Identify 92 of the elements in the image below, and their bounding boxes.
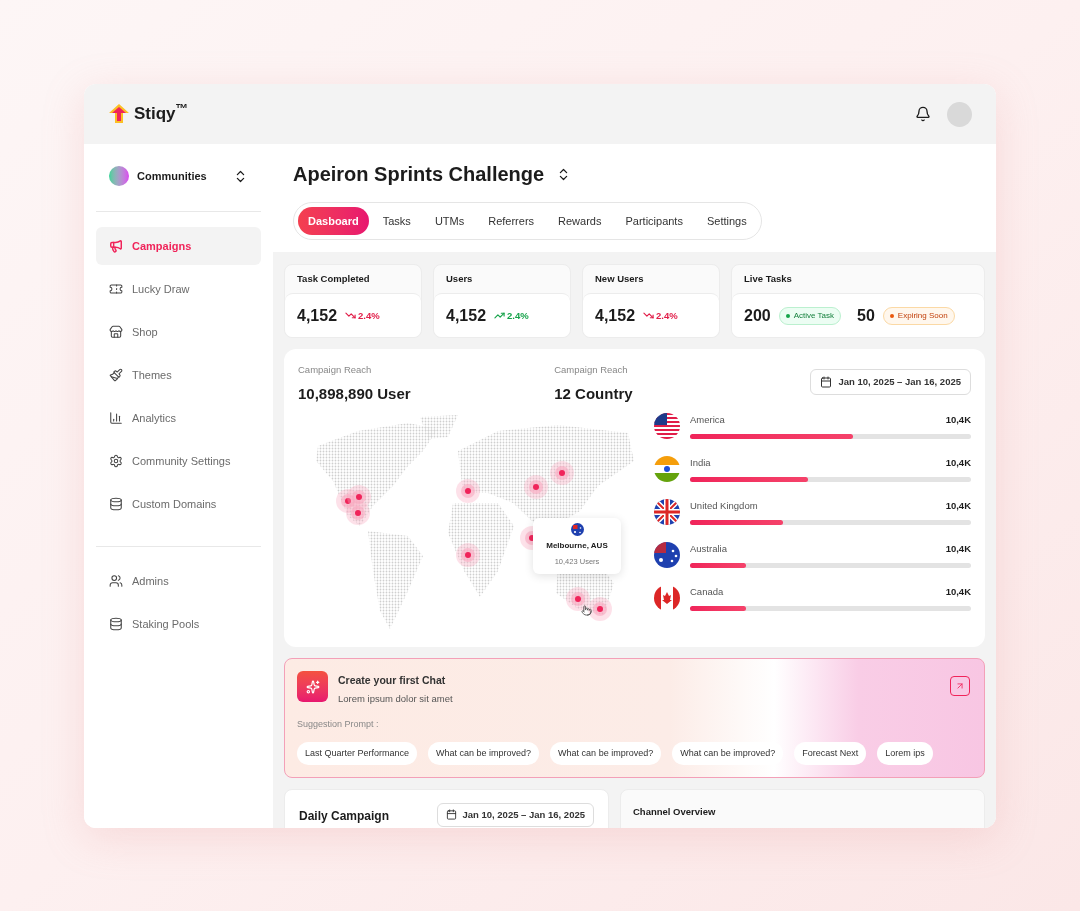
users-icon <box>109 574 123 588</box>
country-value: 10,4K <box>945 542 971 557</box>
chat-title: Create your first Chat <box>338 673 447 689</box>
flag-icon <box>654 456 680 482</box>
trend-change: 2.4% <box>494 308 529 323</box>
map-marker[interactable] <box>588 597 612 621</box>
map-marker[interactable] <box>550 461 574 485</box>
card-title: Channel Overview <box>633 805 716 817</box>
community-name[interactable]: Communities <box>137 167 225 185</box>
country-name: Australia <box>690 542 727 557</box>
tab[interactable]: Referrers <box>478 207 545 235</box>
database-icon <box>109 617 123 631</box>
stat-label: Live Tasks <box>743 272 793 286</box>
country-value: 10,4K <box>945 456 971 471</box>
sidebar-item[interactable]: Shop <box>96 313 261 351</box>
trend-change: 2.4% <box>345 308 380 323</box>
stat-value: 4,152 <box>446 305 487 326</box>
tab[interactable]: Dasboard <box>298 207 369 235</box>
map-marker[interactable] <box>524 475 548 499</box>
stat-value: 4,152 <box>595 305 636 326</box>
calendar-icon <box>446 809 458 821</box>
sidebar-item[interactable]: Themes <box>96 356 261 394</box>
sidebar-item[interactable]: Admins <box>96 562 261 600</box>
sidebar-item[interactable]: Campaigns <box>96 227 261 265</box>
settings-icon <box>109 454 123 468</box>
database-icon <box>109 497 123 511</box>
prompt-chip[interactable]: What can be improved? <box>672 741 784 765</box>
country-name: India <box>690 456 711 471</box>
status-badge: Expiring Soon <box>882 306 955 325</box>
status-badge: Active Task <box>778 306 841 325</box>
prompt-chip[interactable]: Lorem ips <box>877 741 933 765</box>
country-name: America <box>690 413 725 428</box>
date-range-button[interactable]: Jan 10, 2025 – Jan 16, 2025 <box>437 802 594 827</box>
sidebar-item[interactable]: Analytics <box>96 399 261 437</box>
prompt-chip[interactable]: Last Quarter Performance <box>297 741 418 765</box>
sidebar-item[interactable]: Lucky Draw <box>96 270 261 308</box>
sparkle-icon <box>297 671 328 703</box>
notification-icon[interactable] <box>915 106 931 122</box>
flag-icon <box>654 413 680 439</box>
map-marker[interactable] <box>346 501 370 525</box>
flag-icon <box>654 585 680 611</box>
metric-value: 10,898,890 User <box>298 383 412 404</box>
brand-name: Stiqy$^{™}$ <box>134 101 189 126</box>
open-button[interactable] <box>950 676 970 697</box>
date-range-button[interactable]: Jan 10, 2025 – Jan 16, 2025 <box>810 369 971 396</box>
stat-label: Users <box>445 272 474 286</box>
metric-label: Campaign Reach <box>298 363 373 378</box>
prompt-chip[interactable]: What can be improved? <box>428 741 540 765</box>
prompt-chip[interactable]: Forecast Next <box>794 741 867 765</box>
country-name: Canada <box>690 585 724 600</box>
country-value: 10,4K <box>945 499 971 514</box>
sidebar-item[interactable]: Community Settings <box>96 442 261 480</box>
page-title: Apeiron Sprints Challenge <box>293 162 545 187</box>
metric-value: 12 Country <box>554 383 634 404</box>
country-value: 10,4K <box>945 413 971 428</box>
brush-icon <box>109 368 123 382</box>
tab[interactable]: Settings <box>696 207 757 235</box>
trend-change: 2.4% <box>643 308 678 323</box>
tab[interactable]: Tasks <box>372 207 421 235</box>
country-name: United Kingdom <box>690 499 758 514</box>
bar-chart-icon <box>109 411 123 425</box>
map-marker[interactable] <box>456 543 480 567</box>
flag-icon <box>570 523 584 536</box>
map-marker[interactable] <box>456 479 480 503</box>
hand-cursor-icon <box>581 605 592 616</box>
country-value: 10,4K <box>945 585 971 600</box>
tooltip-place: Melbourne, AUS <box>546 540 608 552</box>
megaphone-icon <box>109 239 123 253</box>
arrow-up-right-icon <box>955 681 965 692</box>
community-avatar <box>109 166 129 186</box>
stat-label: New Users <box>594 272 645 286</box>
tab[interactable]: Participants <box>615 207 693 235</box>
ticket-icon <box>109 282 123 296</box>
logo-icon <box>108 103 130 125</box>
sidebar-item[interactable]: Staking Pools <box>96 605 261 643</box>
tab[interactable]: Rewards <box>548 207 612 235</box>
calendar-icon <box>820 376 833 389</box>
stat-value: 4,152 <box>297 305 338 326</box>
sidebar-item[interactable]: Custom Domains <box>96 485 261 523</box>
metric-label: Campaign Reach <box>554 363 629 378</box>
store-icon <box>109 325 123 339</box>
card-title: Daily Campaign <box>299 807 390 825</box>
flag-icon <box>654 542 680 568</box>
tab[interactable]: UTMs <box>424 207 475 235</box>
stat-value: 200 <box>744 305 771 326</box>
stat-label: Task Completed <box>296 272 371 286</box>
chat-subtitle: Lorem ipsum dolor sit amet <box>338 692 454 706</box>
stat-value: 50 <box>857 305 875 326</box>
map-marker[interactable] <box>566 587 590 611</box>
prompt-chip[interactable]: What can be improved? <box>550 741 662 765</box>
prompt-label: Suggestion Prompt : <box>297 718 380 732</box>
flag-icon <box>654 499 680 525</box>
